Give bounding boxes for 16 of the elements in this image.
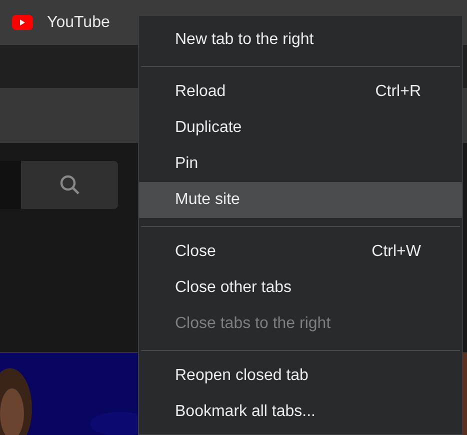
tab-title[interactable]: YouTube — [47, 14, 110, 32]
menu-item[interactable]: Mute site — [139, 182, 462, 218]
shortcut-label: Ctrl+W — [372, 243, 421, 261]
search-icon — [58, 174, 80, 196]
menu-item[interactable]: New tab to the right — [139, 22, 462, 58]
search-field[interactable] — [0, 161, 21, 209]
youtube-logo-icon — [12, 15, 33, 30]
menu-item[interactable]: Bookmark all tabs... — [139, 394, 462, 430]
menu-item[interactable]: Duplicate — [139, 110, 462, 146]
menu-item[interactable]: Reopen closed tab — [139, 358, 462, 394]
menu-item[interactable]: Close Ctrl+W — [139, 234, 462, 270]
shortcut-label: Ctrl+R — [375, 83, 421, 101]
menu-item[interactable]: Close other tabs — [139, 270, 462, 306]
menu-item[interactable]: Reload Ctrl+R — [139, 74, 462, 110]
search-button[interactable] — [21, 161, 118, 209]
menu-item[interactable]: Pin — [139, 146, 462, 182]
